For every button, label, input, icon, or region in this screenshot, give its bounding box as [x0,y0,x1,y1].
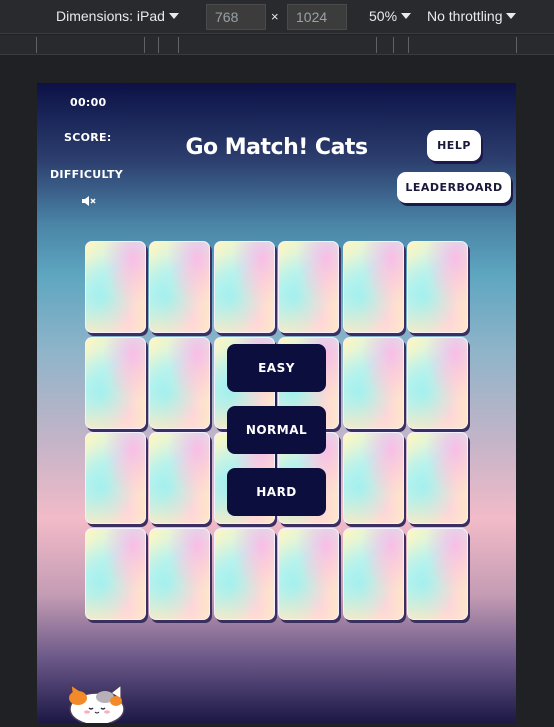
memory-card[interactable] [85,241,146,333]
dimensions-dropdown[interactable]: Dimensions: iPad [56,8,179,24]
devtools-device-toolbar: Dimensions: iPad 768 × 1024 50% No throt… [0,0,554,34]
memory-card[interactable] [85,527,146,620]
dropdown-caret-icon [401,13,412,19]
hard-button[interactable]: HARD [227,468,326,516]
throttling-label: No throttling [427,8,503,24]
dropdown-caret-icon [168,13,179,19]
height-input[interactable]: 1024 [287,4,347,30]
dimensions-label: Dimensions: iPad [56,8,165,24]
zoom-label: 50% [369,8,398,24]
difficulty-label: DIFFICULTY [50,168,124,181]
memory-card[interactable] [149,432,211,524]
memory-card[interactable] [213,527,275,620]
memory-card[interactable] [342,336,404,429]
media-query-bar[interactable] [0,35,554,55]
cat-mascot-icon [69,683,125,723]
device-viewport: 00:00 SCORE: DIFFICULTY Go Match! Cats H… [37,83,516,723]
memory-card[interactable] [149,527,211,620]
memory-card[interactable] [342,432,404,524]
memory-card[interactable] [213,241,275,333]
memory-card[interactable] [407,336,468,429]
memory-card[interactable] [85,336,146,429]
easy-button[interactable]: EASY [227,344,326,392]
dropdown-caret-icon [506,13,517,19]
leaderboard-button[interactable]: LEADERBOARD [397,172,511,203]
zoom-dropdown[interactable]: 50% [369,8,412,24]
help-button[interactable]: HELP [427,130,481,161]
timer: 00:00 [70,96,107,109]
memory-card[interactable] [149,241,211,333]
memory-card[interactable] [407,527,468,620]
memory-card[interactable] [149,336,211,429]
memory-card[interactable] [407,432,468,524]
memory-card[interactable] [278,527,340,620]
memory-card[interactable] [85,432,146,524]
mute-speaker-icon[interactable] [81,195,97,207]
memory-card[interactable] [278,241,340,333]
memory-card[interactable] [407,241,468,333]
width-input[interactable]: 768 [206,4,266,30]
memory-card[interactable] [342,241,404,333]
dimension-separator: × [271,9,279,24]
normal-button[interactable]: NORMAL [227,406,326,454]
memory-card[interactable] [342,527,404,620]
throttling-dropdown[interactable]: No throttling [427,8,517,24]
